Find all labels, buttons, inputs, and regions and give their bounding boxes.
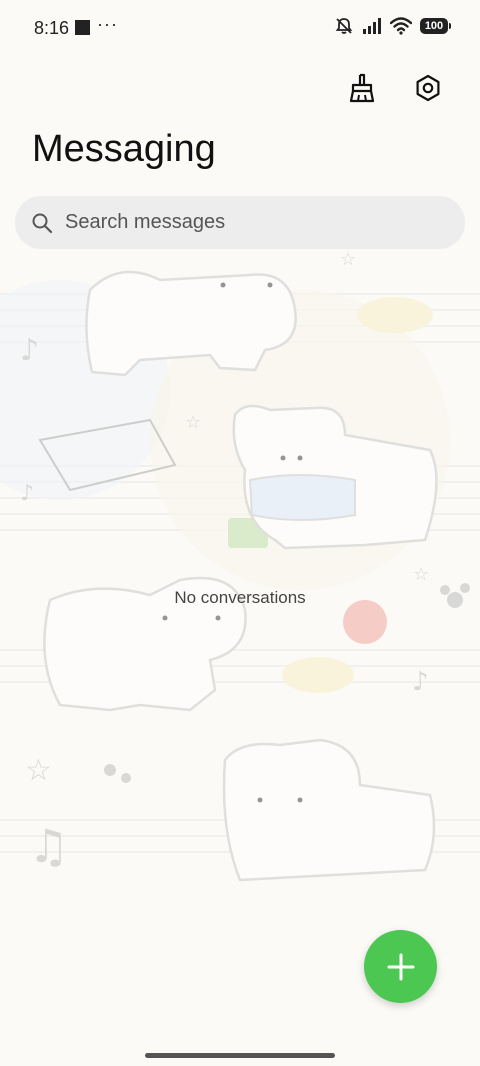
search-bar[interactable] (15, 196, 465, 249)
notification-square-icon (75, 20, 90, 35)
wifi-icon (390, 17, 412, 35)
search-input[interactable] (63, 210, 427, 235)
home-indicator[interactable] (145, 1053, 335, 1058)
svg-text:☆: ☆ (185, 412, 201, 433)
page-title: Messaging (32, 128, 216, 170)
svg-text:☆: ☆ (413, 564, 429, 585)
svg-text:♫: ♫ (28, 819, 69, 873)
svg-text:☆: ☆ (25, 753, 52, 788)
header-actions (344, 70, 446, 106)
status-bar: 8:16 ··· 100 (0, 0, 480, 56)
broom-icon (349, 73, 375, 103)
more-notifications-icon: ··· (97, 14, 118, 34)
search-icon (32, 213, 53, 233)
clean-button[interactable] (344, 70, 380, 106)
battery-indicator: 100 (420, 18, 451, 34)
signal-icon (363, 18, 381, 34)
settings-icon (416, 74, 440, 102)
status-icons: 100 (334, 16, 451, 36)
svg-text:☆: ☆ (340, 250, 356, 270)
empty-state-text: No conversations (174, 588, 306, 607)
plus-icon (387, 953, 414, 980)
svg-text:♪: ♪ (20, 333, 39, 368)
new-conversation-button[interactable] (364, 930, 437, 1003)
svg-text:♪: ♪ (412, 667, 429, 697)
svg-text:♪: ♪ (20, 481, 34, 506)
status-time: 8:16 (34, 18, 70, 38)
muted-bell-icon (335, 18, 353, 34)
settings-button[interactable] (410, 70, 446, 106)
